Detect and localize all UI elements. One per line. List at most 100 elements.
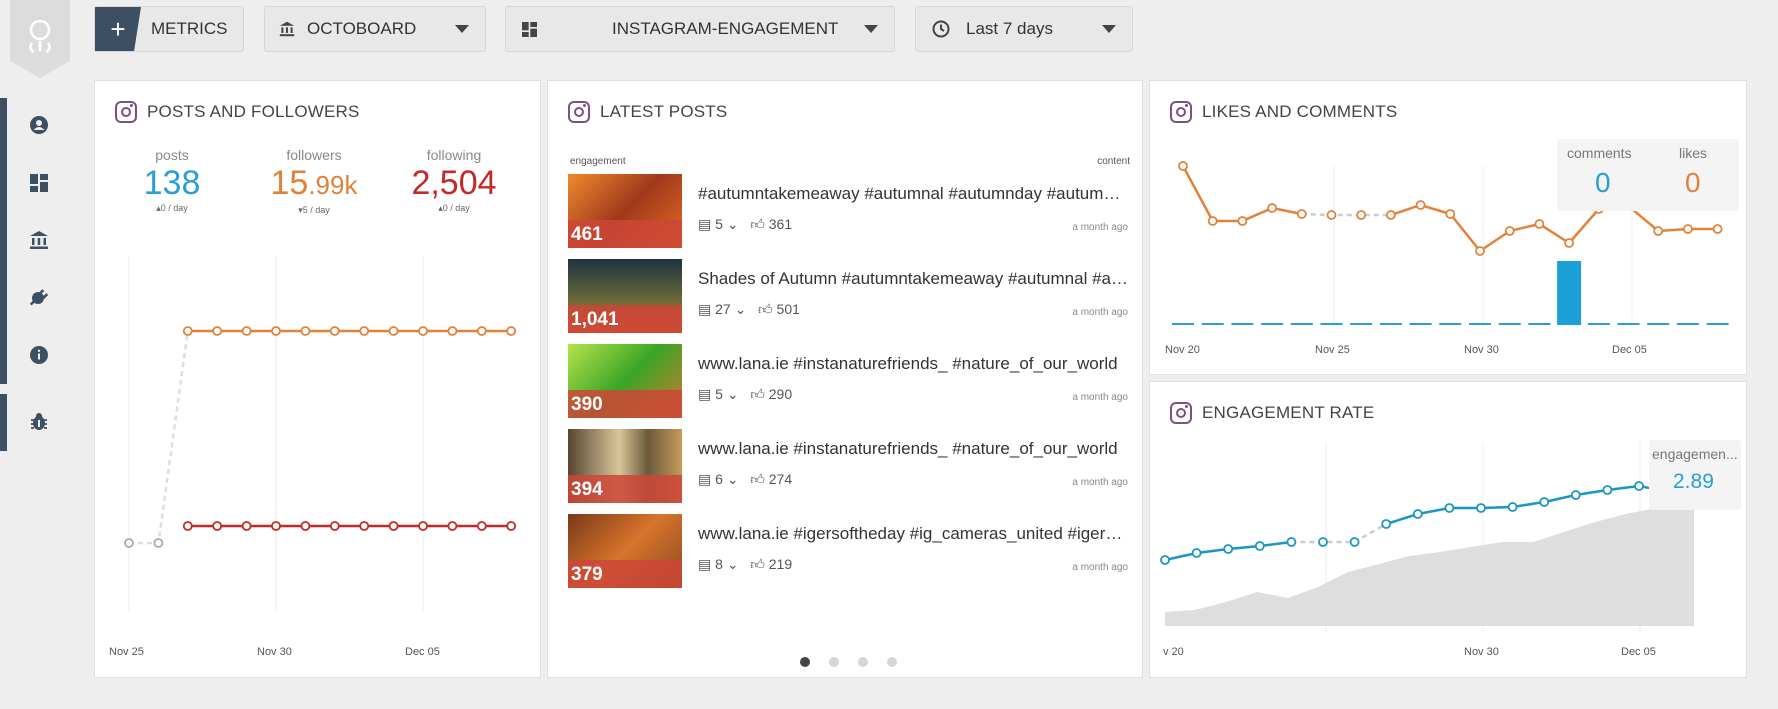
post-age: a month ago: [1072, 477, 1128, 488]
chevron-down-icon[interactable]: ⌄: [735, 301, 747, 317]
like-count: 219: [768, 556, 793, 572]
comment-count: 5: [715, 216, 723, 232]
likes-gap-line: [1301, 212, 1391, 217]
tooltip-label: likes: [1679, 145, 1708, 161]
comment-icon: ▤: [698, 556, 712, 572]
thumbs-up-icon: 👍︎: [750, 386, 765, 402]
engagement-point: [1476, 503, 1486, 513]
bug-icon[interactable]: [28, 411, 50, 433]
thumbs-up-icon: 👍︎: [750, 556, 765, 572]
followers-point: [388, 326, 399, 336]
post-thumbnail[interactable]: 394: [568, 429, 682, 503]
octoboard-logo[interactable]: [10, 0, 70, 78]
followers-point: [447, 326, 458, 336]
post-caption[interactable]: Shades of Autumn #autumntakemeaway #autu…: [698, 269, 1128, 289]
pagination-dots: [800, 657, 897, 667]
followers-area: [1165, 504, 1694, 626]
post-age: a month ago: [1072, 307, 1128, 318]
followers-point: [359, 326, 370, 336]
followers-stat: followers 15.99k ▾5 / day: [259, 147, 369, 216]
stat-label: followers: [286, 147, 342, 163]
column-header-engagement: engagement: [570, 156, 626, 167]
post-item[interactable]: 379 www.lana.ie #igersoftheday #ig_camer…: [568, 514, 1128, 588]
widget-title: LATEST POSTS: [568, 101, 727, 123]
post-thumbnail[interactable]: 379: [568, 514, 682, 588]
post-thumbnail[interactable]: 1,041: [568, 259, 682, 333]
likes-line: [1390, 203, 1718, 253]
engagement-point: [1318, 537, 1328, 547]
followers-point: [329, 326, 340, 336]
add-metrics-button[interactable]: + METRICS: [94, 6, 244, 52]
column-header-content: content: [1097, 156, 1130, 167]
x-axis-label: Nov 25: [1315, 344, 1350, 356]
chevron-down-icon[interactable]: ⌄: [727, 556, 739, 572]
period-dropdown[interactable]: Last 7 days: [915, 6, 1133, 52]
missing-point: [124, 538, 134, 548]
stat-delta: ▴0 / day: [156, 203, 188, 213]
engagement-rate-widget: ENGAGEMENT RATE engagemen... 2.89 v 20 N…: [1149, 381, 1747, 678]
engagement-count: 461: [571, 224, 603, 245]
post-caption[interactable]: #autumntakemeaway #autumnal #autumnday #…: [698, 184, 1128, 204]
x-axis-label: Nov 30: [257, 646, 292, 658]
likes-point: [1326, 210, 1337, 220]
post-thumbnail[interactable]: 461: [568, 174, 682, 248]
engagement-point: [1381, 519, 1392, 529]
following-point: [212, 521, 223, 531]
org-label: OCTOBOARD: [307, 19, 417, 38]
followers-point: [300, 326, 311, 336]
page-dot[interactable]: [800, 657, 810, 667]
page-dot[interactable]: [887, 657, 897, 667]
page-dot[interactable]: [858, 657, 868, 667]
x-axis-label: Dec 05: [1612, 344, 1647, 356]
metric-tooltip: comments 0 likes 0: [1557, 139, 1739, 211]
sidebar: [0, 0, 80, 709]
post-item[interactable]: 1,041 Shades of Autumn #autumntakemeaway…: [568, 259, 1128, 333]
likes-point: [1475, 246, 1485, 256]
stat-delta: ▾5 / day: [298, 205, 330, 215]
likes-point: [1683, 224, 1693, 234]
widget-title: POSTS AND FOLLOWERS: [115, 101, 360, 123]
likes-point: [1653, 226, 1664, 236]
likes-comments-widget: LIKES AND COMMENTS comments 0 likes 0 No…: [1149, 80, 1747, 375]
likes-point: [1296, 209, 1307, 219]
comment-icon: ▤: [698, 386, 712, 402]
comment-icon: ▤: [698, 471, 712, 487]
post-item[interactable]: 461 #autumntakemeaway #autumnal #autumnd…: [568, 174, 1128, 248]
instagram-icon: [568, 101, 590, 123]
metrics-label: METRICS: [151, 19, 228, 38]
info-icon[interactable]: [28, 344, 50, 366]
engagement-point: [1223, 544, 1234, 554]
post-caption[interactable]: www.lana.ie #igersoftheday #ig_cameras_u…: [698, 524, 1128, 544]
tooltip-label: engagemen...: [1652, 446, 1738, 462]
org-dropdown[interactable]: OCTOBOARD: [264, 6, 486, 52]
bank-icon[interactable]: [28, 229, 50, 251]
user-icon[interactable]: [28, 114, 50, 136]
followers-gap-line: [129, 330, 190, 545]
engagement-point: [1634, 481, 1644, 491]
thumbs-up-icon: 👍︎: [758, 301, 773, 317]
comment-icon: ▤: [698, 301, 712, 317]
post-thumbnail[interactable]: 390: [568, 344, 682, 418]
stat-value: 2,504: [411, 164, 497, 202]
post-item[interactable]: 390 www.lana.ie #instanaturefriends_ #na…: [568, 344, 1128, 418]
chevron-down-icon[interactable]: ⌄: [727, 216, 739, 232]
post-caption[interactable]: www.lana.ie #instanaturefriends_ #nature…: [698, 354, 1128, 374]
page-dot[interactable]: [829, 657, 839, 667]
plug-icon[interactable]: [28, 286, 50, 308]
engagement-point: [1191, 548, 1202, 558]
post-age: a month ago: [1072, 562, 1128, 573]
chevron-down-icon: [864, 25, 878, 33]
chevron-down-icon[interactable]: ⌄: [727, 471, 739, 487]
post-caption[interactable]: www.lana.ie #instanaturefriends_ #nature…: [698, 439, 1128, 459]
dashboard-icon[interactable]: [28, 172, 50, 194]
likes-point: [1445, 209, 1456, 219]
likes-point: [1415, 200, 1426, 210]
chevron-down-icon[interactable]: ⌄: [727, 386, 739, 402]
board-dropdown[interactable]: INSTAGRAM-ENGAGEMENT: [505, 6, 895, 52]
followers-point: [418, 326, 428, 336]
following-point: [329, 521, 340, 531]
post-meta: ▤ 6 ⌄ 👍︎ 274: [698, 471, 792, 488]
engagement-point: [1507, 502, 1518, 512]
post-item[interactable]: 394 www.lana.ie #instanaturefriends_ #na…: [568, 429, 1128, 503]
comment-count: 27: [715, 301, 731, 317]
